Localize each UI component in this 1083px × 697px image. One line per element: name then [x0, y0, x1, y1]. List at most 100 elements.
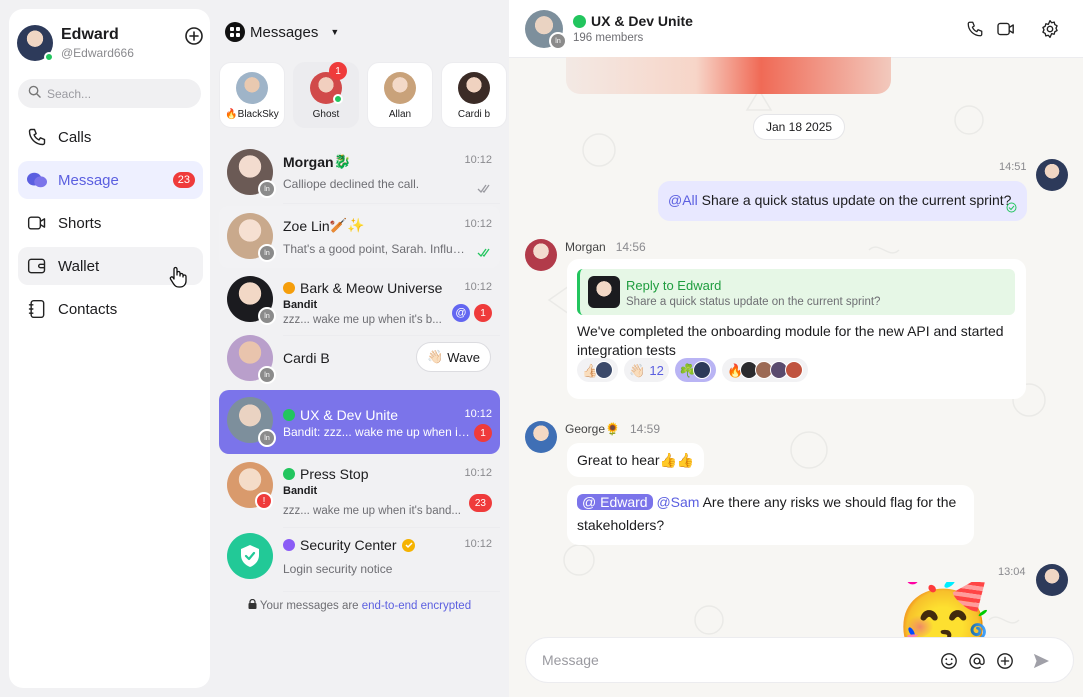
- conversation-item[interactable]: ln Zoe Lin 🏏✨ 10:12 That's a good point, …: [219, 206, 500, 268]
- nav-item-contacts[interactable]: Contacts: [18, 290, 203, 328]
- live-badge-icon: ln: [549, 32, 567, 50]
- conversation-item[interactable]: ln Cardi B 👋🏻 Wave: [219, 327, 500, 389]
- nav-label-message: Message: [58, 171, 119, 189]
- conversation-sender: Bandit: [283, 299, 318, 311]
- reaction-chip-selected[interactable]: ☘️: [674, 358, 717, 382]
- message-bubble[interactable]: Reply to Edward Share a quick status upd…: [567, 259, 1026, 399]
- story-label: Ghost: [312, 109, 340, 120]
- message-bubble-own[interactable]: @All Share a quick status update on the …: [658, 181, 1027, 221]
- settings-gear-icon[interactable]: [1039, 18, 1061, 40]
- nav-item-message[interactable]: Message 23: [18, 161, 203, 199]
- reply-avatar: [588, 276, 620, 308]
- user-name: Edward: [61, 26, 119, 43]
- member-count: 196 members: [573, 32, 644, 44]
- sender-avatar[interactable]: [1036, 159, 1068, 191]
- conversation-time: 10:12: [464, 154, 492, 166]
- story-avatar: [458, 72, 490, 104]
- search-icon: [28, 85, 41, 103]
- unread-badge: 23: [468, 494, 492, 512]
- messages-dropdown[interactable]: Messages ▼: [225, 20, 339, 44]
- mention-all[interactable]: @All: [668, 192, 698, 208]
- read-check-icon: [477, 180, 491, 198]
- search-input[interactable]: [47, 86, 187, 101]
- live-badge-icon: ln: [258, 366, 276, 384]
- story-item[interactable]: Cardi b: [441, 62, 507, 128]
- mention-sam[interactable]: @Sam: [656, 494, 699, 510]
- message-input[interactable]: [542, 652, 922, 668]
- emoji-icon[interactable]: [938, 650, 960, 672]
- sender-avatar[interactable]: [1036, 564, 1068, 596]
- message-text: Share a quick status update on the curre…: [697, 192, 1012, 208]
- sender-avatar[interactable]: [525, 421, 557, 453]
- group-icon: [283, 409, 295, 421]
- conversation-name: UX & Dev Unite: [283, 407, 398, 423]
- party-sticker[interactable]: 🥳: [891, 582, 1031, 642]
- reactions-row: 👍🏻 👋🏻 12 ☘️ 🔥: [577, 358, 809, 382]
- send-icon[interactable]: [1030, 650, 1052, 672]
- story-item[interactable]: 🔥BlackSky: [219, 62, 285, 128]
- search-bar[interactable]: [18, 79, 201, 108]
- sender-avatar[interactable]: [525, 239, 557, 271]
- conversation-item[interactable]: ln Morgan 🐉 10:12 Calliope declined the c…: [219, 142, 500, 204]
- nav-item-calls[interactable]: Calls: [18, 118, 203, 156]
- nav-item-shorts[interactable]: Shorts: [18, 204, 203, 242]
- nav-item-wallet[interactable]: Wallet: [18, 247, 203, 288]
- conversation-sender: Bandit: [283, 485, 318, 497]
- grid-icon: [225, 22, 245, 42]
- message-text: @ Edward @Sam Are there any risks we sho…: [577, 493, 964, 512]
- wallet-icon: [26, 255, 48, 277]
- reaction-chip[interactable]: 👍🏻: [577, 358, 619, 382]
- message-text: We've completed the onboarding module fo…: [577, 323, 1004, 358]
- phone-icon[interactable]: [964, 18, 986, 40]
- story-avatar: [236, 72, 268, 104]
- online-indicator: [333, 94, 343, 104]
- image-message[interactable]: [566, 57, 891, 94]
- message-bubble[interactable]: @ Edward @Sam Are there any risks we sho…: [567, 485, 974, 545]
- reaction-chip[interactable]: 👋🏻 12: [624, 358, 669, 382]
- conversation-item[interactable]: ! Press Stop 10:12 Bandit zzz... wake me…: [219, 455, 500, 528]
- caret-down-icon: ▼: [330, 27, 340, 37]
- reaction-chip[interactable]: 🔥: [722, 358, 809, 382]
- conversation-name: Press Stop: [283, 466, 368, 482]
- at-mention-icon[interactable]: [966, 650, 988, 672]
- divider: [283, 203, 500, 204]
- story-item[interactable]: 1 Ghost: [293, 62, 359, 128]
- message-sender: Morgan 14:56: [565, 240, 646, 254]
- conversation-time: 10:12: [464, 408, 492, 420]
- mention-edward[interactable]: @ Edward: [577, 494, 653, 510]
- user-profile[interactable]: Edward @Edward666: [17, 25, 134, 62]
- message-time: 14:51: [999, 161, 1027, 173]
- video-call-icon[interactable]: [995, 18, 1017, 40]
- user-handle: @Edward666: [61, 46, 134, 60]
- conversation-preview: Login security notice: [283, 562, 393, 576]
- add-icon[interactable]: [184, 26, 204, 46]
- conversation-name: Bark & Meow Universe: [283, 280, 442, 296]
- encryption-note: Your messages are end-to-end encrypted: [219, 598, 500, 612]
- conversation-preview: zzz... wake me up when it's b...: [283, 314, 442, 326]
- wave-button[interactable]: 👋🏻 Wave: [416, 342, 491, 372]
- wave-label: Wave: [447, 349, 480, 365]
- conversation-name: Zoe Lin 🏏✨: [283, 217, 365, 234]
- conversation-item[interactable]: Security Center 10:12 Login security not…: [219, 526, 500, 592]
- conversation-preview: Bandit: zzz... wake me up when it'...: [283, 425, 473, 439]
- attach-plus-icon[interactable]: [994, 650, 1016, 672]
- story-item[interactable]: Allan: [367, 62, 433, 128]
- chat-panel: ln UX & Dev Unite 196 members Jan 18 202…: [509, 0, 1083, 697]
- story-label: Allan: [388, 109, 412, 120]
- conversation-list-panel: Messages ▼ 🔥BlackSky 1 Ghost Allan Cardi…: [219, 9, 507, 688]
- story-label: Cardi b: [457, 109, 491, 120]
- conversation-item[interactable]: ln Bark & Meow Universe 10:12 Bandit zzz…: [219, 269, 500, 336]
- reply-quote[interactable]: Reply to Edward Share a quick status upd…: [577, 269, 1015, 315]
- conversation-time: 10:12: [464, 218, 492, 230]
- dragon-emoji-icon: 🐉: [333, 153, 351, 169]
- message-text: Great to hear👍👍: [577, 452, 695, 468]
- contacts-icon: [26, 298, 48, 320]
- stories-row: 🔥BlackSky 1 Ghost Allan Cardi b: [219, 62, 507, 128]
- message-sender: George🌻 14:59: [565, 422, 660, 436]
- encryption-link[interactable]: end-to-end encrypted: [362, 600, 471, 612]
- conversation-item-selected[interactable]: ln UX & Dev Unite 10:12 Bandit: zzz... w…: [219, 390, 500, 454]
- phone-icon: [26, 126, 48, 148]
- message-bubble[interactable]: Great to hear👍👍: [567, 443, 705, 477]
- messages-title: Messages: [250, 23, 319, 41]
- live-badge-icon: ln: [258, 244, 276, 262]
